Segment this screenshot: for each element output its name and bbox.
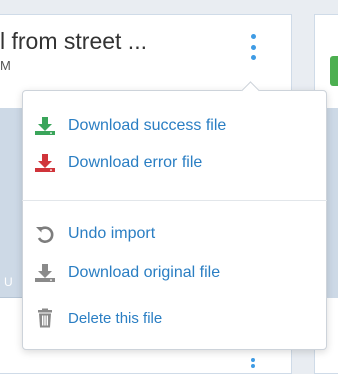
- menu-item-download-original[interactable]: Download original file: [34, 261, 220, 285]
- status-indicator: [330, 56, 338, 86]
- menu-item-undo-import[interactable]: Undo import: [34, 222, 155, 246]
- card-band-text: U: [4, 275, 13, 289]
- more-options-icon[interactable]: [248, 34, 258, 60]
- menu-item-label: Download success file: [68, 117, 227, 134]
- menu-item-download-error[interactable]: Download error file: [34, 151, 202, 175]
- menu-item-download-success[interactable]: Download success file: [34, 114, 226, 138]
- menu-item-label: Download error file: [68, 154, 203, 171]
- trash-icon: [34, 308, 56, 328]
- card-subtitle: M: [0, 58, 11, 73]
- menu-item-label: Undo import: [68, 225, 156, 242]
- download-icon: [34, 116, 56, 136]
- menu-item-delete-file[interactable]: Delete this file: [34, 306, 162, 330]
- menu-item-label: Download original file: [68, 264, 221, 281]
- download-icon: [34, 153, 56, 173]
- menu-divider: [22, 200, 327, 201]
- download-icon: [34, 263, 56, 283]
- undo-icon: [34, 224, 56, 244]
- card-title: l from street ...: [0, 28, 147, 54]
- menu-item-label: Delete this file: [68, 309, 163, 327]
